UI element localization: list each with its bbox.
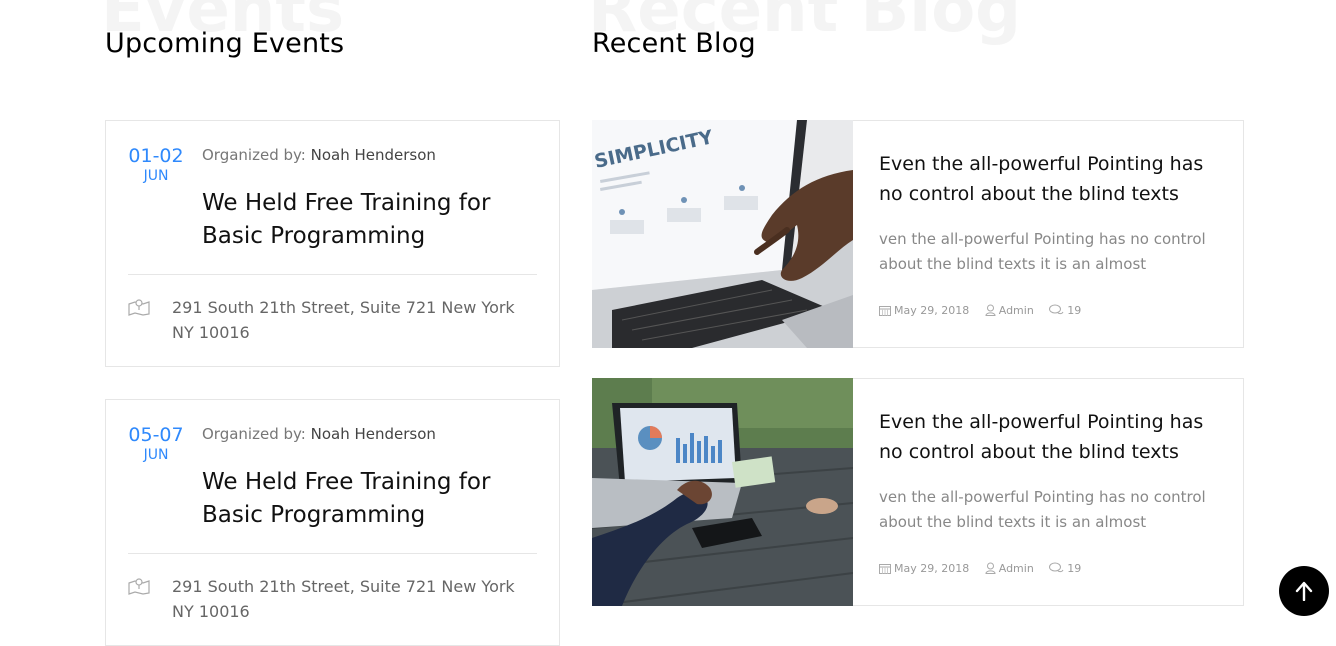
event-address: 291 South 21th Street, Suite 721 New Yor…	[172, 577, 515, 621]
event-card[interactable]: 01-02 JUN Organized by: Noah Henderson W…	[105, 120, 560, 367]
organized-label: Organized by:	[202, 425, 306, 443]
meta-author[interactable]: Admin	[985, 562, 1034, 575]
scroll-top-button[interactable]	[1279, 566, 1329, 616]
meta-author-text: Admin	[998, 561, 1034, 575]
map-pin-icon	[128, 578, 150, 595]
event-date: 01-02 JUN	[127, 144, 185, 185]
arrow-up-icon	[1295, 581, 1313, 601]
event-address: 291 South 21th Street, Suite 721 New Yor…	[172, 298, 515, 342]
blog-body: Even the all-powerful Pointing has no co…	[853, 120, 1244, 348]
meta-date-text: May 29, 2018	[894, 561, 970, 575]
event-divider	[128, 553, 537, 554]
blog-meta: May 29, 2018 Admin 19	[879, 561, 1093, 575]
blog-post: Even the all-powerful Pointing has no co…	[592, 378, 1244, 606]
blog-section-title: Recent Blog	[592, 28, 756, 59]
blog-post: SIMPLICITY Even the all-powerful Pointin…	[592, 120, 1244, 348]
event-month: JUN	[143, 168, 169, 184]
event-date: 05-07 JUN	[127, 423, 185, 464]
calendar-icon	[879, 305, 891, 316]
meta-comments[interactable]: 19	[1049, 562, 1081, 575]
organized-label: Organized by:	[202, 146, 306, 164]
blog-meta: May 29, 2018 Admin 19	[879, 303, 1093, 317]
meta-author[interactable]: Admin	[985, 304, 1034, 317]
meta-author-text: Admin	[998, 303, 1034, 317]
event-divider	[128, 274, 537, 275]
meta-date[interactable]: May 29, 2018	[879, 304, 969, 317]
event-day: 05-07	[128, 424, 184, 446]
event-day: 01-02	[128, 145, 184, 167]
meta-date-text: May 29, 2018	[894, 303, 970, 317]
blog-excerpt: ven the all-powerful Pointing has no con…	[879, 488, 1206, 531]
event-organizer: Organized by: Noah Henderson	[202, 425, 436, 443]
user-icon	[985, 562, 996, 574]
blog-image-laptop-typing[interactable]: SIMPLICITY	[592, 120, 853, 348]
blog-excerpt: ven the all-powerful Pointing has no con…	[879, 230, 1206, 273]
chat-icon	[1049, 304, 1064, 314]
organizer-name: Noah Henderson	[310, 425, 436, 443]
event-title[interactable]: We Held Free Training for Basic Programm…	[202, 187, 532, 253]
blog-title[interactable]: Even the all-powerful Pointing has no co…	[879, 149, 1229, 209]
meta-comments-count: 19	[1067, 303, 1082, 317]
meta-comments-count: 19	[1067, 561, 1082, 575]
meta-comments[interactable]: 19	[1049, 304, 1081, 317]
event-card[interactable]: 05-07 JUN Organized by: Noah Henderson W…	[105, 399, 560, 646]
laptop-photo: SIMPLICITY	[592, 120, 853, 348]
event-title[interactable]: We Held Free Training for Basic Programm…	[202, 466, 532, 532]
blog-image-laptop-desk[interactable]	[592, 378, 853, 606]
calendar-icon	[879, 563, 891, 574]
blog-title[interactable]: Even the all-powerful Pointing has no co…	[879, 407, 1229, 467]
meta-date[interactable]: May 29, 2018	[879, 562, 969, 575]
blog-body: Even the all-powerful Pointing has no co…	[853, 378, 1244, 606]
event-organizer: Organized by: Noah Henderson	[202, 146, 436, 164]
user-icon	[985, 304, 996, 316]
desk-photo	[592, 378, 853, 606]
chat-icon	[1049, 562, 1064, 572]
event-month: JUN	[143, 447, 169, 463]
events-section-title: Upcoming Events	[105, 28, 345, 59]
map-pin-icon	[128, 299, 150, 316]
organizer-name: Noah Henderson	[310, 146, 436, 164]
